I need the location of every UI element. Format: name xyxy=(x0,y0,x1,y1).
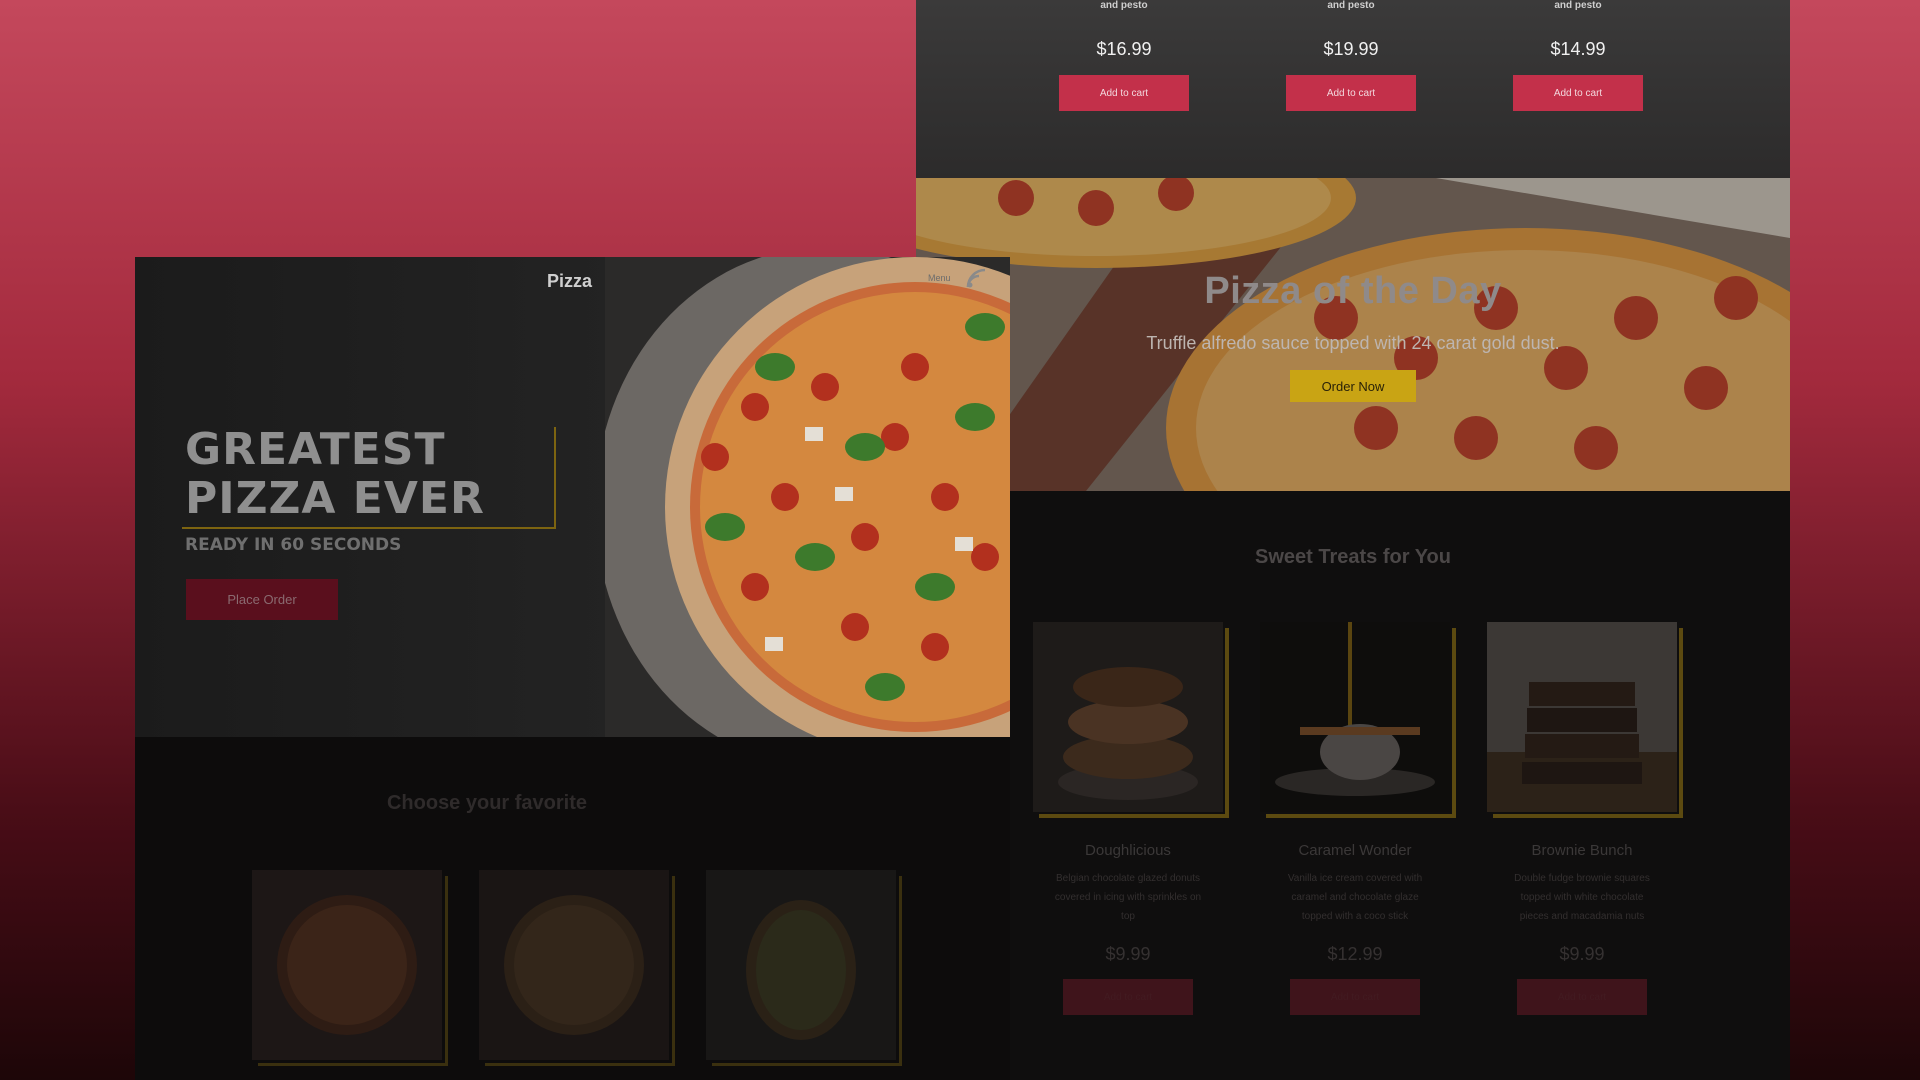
hero-headline: GREATEST PIZZA EVER xyxy=(185,425,485,523)
hero-subheadline: READY IN 60 SECONDS xyxy=(185,535,402,555)
treat-price: $12.99 xyxy=(1327,944,1383,964)
favorites-heading: Choose your favorite xyxy=(386,792,588,814)
favorite-pizza-card[interactable] xyxy=(252,870,448,1066)
treat-card: Brownie Bunch Double fudge brownie squar… xyxy=(1485,622,1683,1015)
treat-card: Doughlicious Belgian chocolate glazed do… xyxy=(1031,622,1229,1015)
add-to-cart-button[interactable]: Add to cart xyxy=(1286,75,1416,111)
favorite-pizza-card[interactable] xyxy=(479,870,675,1066)
ice-cream-image xyxy=(1260,622,1456,818)
brownie-image xyxy=(1487,622,1683,818)
treat-name: Doughlicious xyxy=(1085,842,1171,859)
add-to-cart-button[interactable]: Add to cart xyxy=(1063,979,1193,1015)
favorite-pizza-card[interactable] xyxy=(706,870,902,1066)
order-now-button[interactable]: Order Now xyxy=(1290,370,1416,402)
add-to-cart-button[interactable]: Add to cart xyxy=(1290,979,1420,1015)
treat-name: Caramel Wonder xyxy=(1298,842,1412,859)
add-to-cart-button[interactable]: Add to cart xyxy=(1513,75,1643,111)
product-price: $16.99 xyxy=(1096,39,1152,59)
treat-card: Caramel Wonder Vanilla ice cream covered… xyxy=(1258,622,1456,1015)
hero-headline-line2: PIZZA EVER xyxy=(185,473,485,524)
treat-price: $9.99 xyxy=(1105,944,1151,964)
product-card: and pesto $19.99 Add to cart xyxy=(1251,0,1451,111)
pizza-of-the-day-banner: Pizza of the Day Truffle alfredo sauce t… xyxy=(916,178,1790,491)
hero-headline-line1: GREATEST xyxy=(185,424,446,475)
add-to-cart-button[interactable]: Add to cart xyxy=(1517,979,1647,1015)
product-subtitle: and pesto xyxy=(1554,0,1602,11)
wifi-signal-icon[interactable] xyxy=(965,267,989,289)
product-subtitle: and pesto xyxy=(1100,0,1148,11)
product-subtitle: and pesto xyxy=(1327,0,1375,11)
treat-description: Belgian chocolate glazed donuts covered … xyxy=(1054,873,1202,922)
product-price: $19.99 xyxy=(1323,39,1379,59)
brand-logo[interactable]: Pizza xyxy=(547,271,592,292)
treat-description: Vanilla ice cream covered with caramel a… xyxy=(1287,873,1423,922)
add-to-cart-button[interactable]: Add to cart xyxy=(1059,75,1189,111)
pizza-of-the-day-title: Pizza of the Day xyxy=(1204,270,1502,312)
left-page-panel: Pizza Menu GREATEST PIZZA EVER READY IN … xyxy=(135,257,1010,1080)
right-page-panel: and pesto $16.99 Add to cart and pesto $… xyxy=(916,0,1790,1080)
donut-image xyxy=(1033,622,1229,818)
place-order-button[interactable]: Place Order xyxy=(186,579,338,620)
treat-name: Brownie Bunch xyxy=(1531,842,1633,859)
menu-link[interactable]: Menu xyxy=(928,273,951,283)
product-card: and pesto $16.99 Add to cart xyxy=(1024,0,1224,111)
hero-section: Pizza Menu GREATEST PIZZA EVER READY IN … xyxy=(135,257,1010,737)
product-price: $14.99 xyxy=(1550,39,1606,59)
product-strip: and pesto $16.99 Add to cart and pesto $… xyxy=(916,0,1790,178)
product-card: and pesto $14.99 Add to cart xyxy=(1478,0,1678,111)
treat-description: Double fudge brownie squares topped with… xyxy=(1514,873,1650,922)
pizza-of-the-day-subtitle: Truffle alfredo sauce topped with 24 car… xyxy=(1146,333,1560,353)
treat-price: $9.99 xyxy=(1559,944,1605,964)
hero-pizza-image xyxy=(605,257,1010,737)
sweet-treats-heading: Sweet Treats for You xyxy=(1255,546,1451,568)
